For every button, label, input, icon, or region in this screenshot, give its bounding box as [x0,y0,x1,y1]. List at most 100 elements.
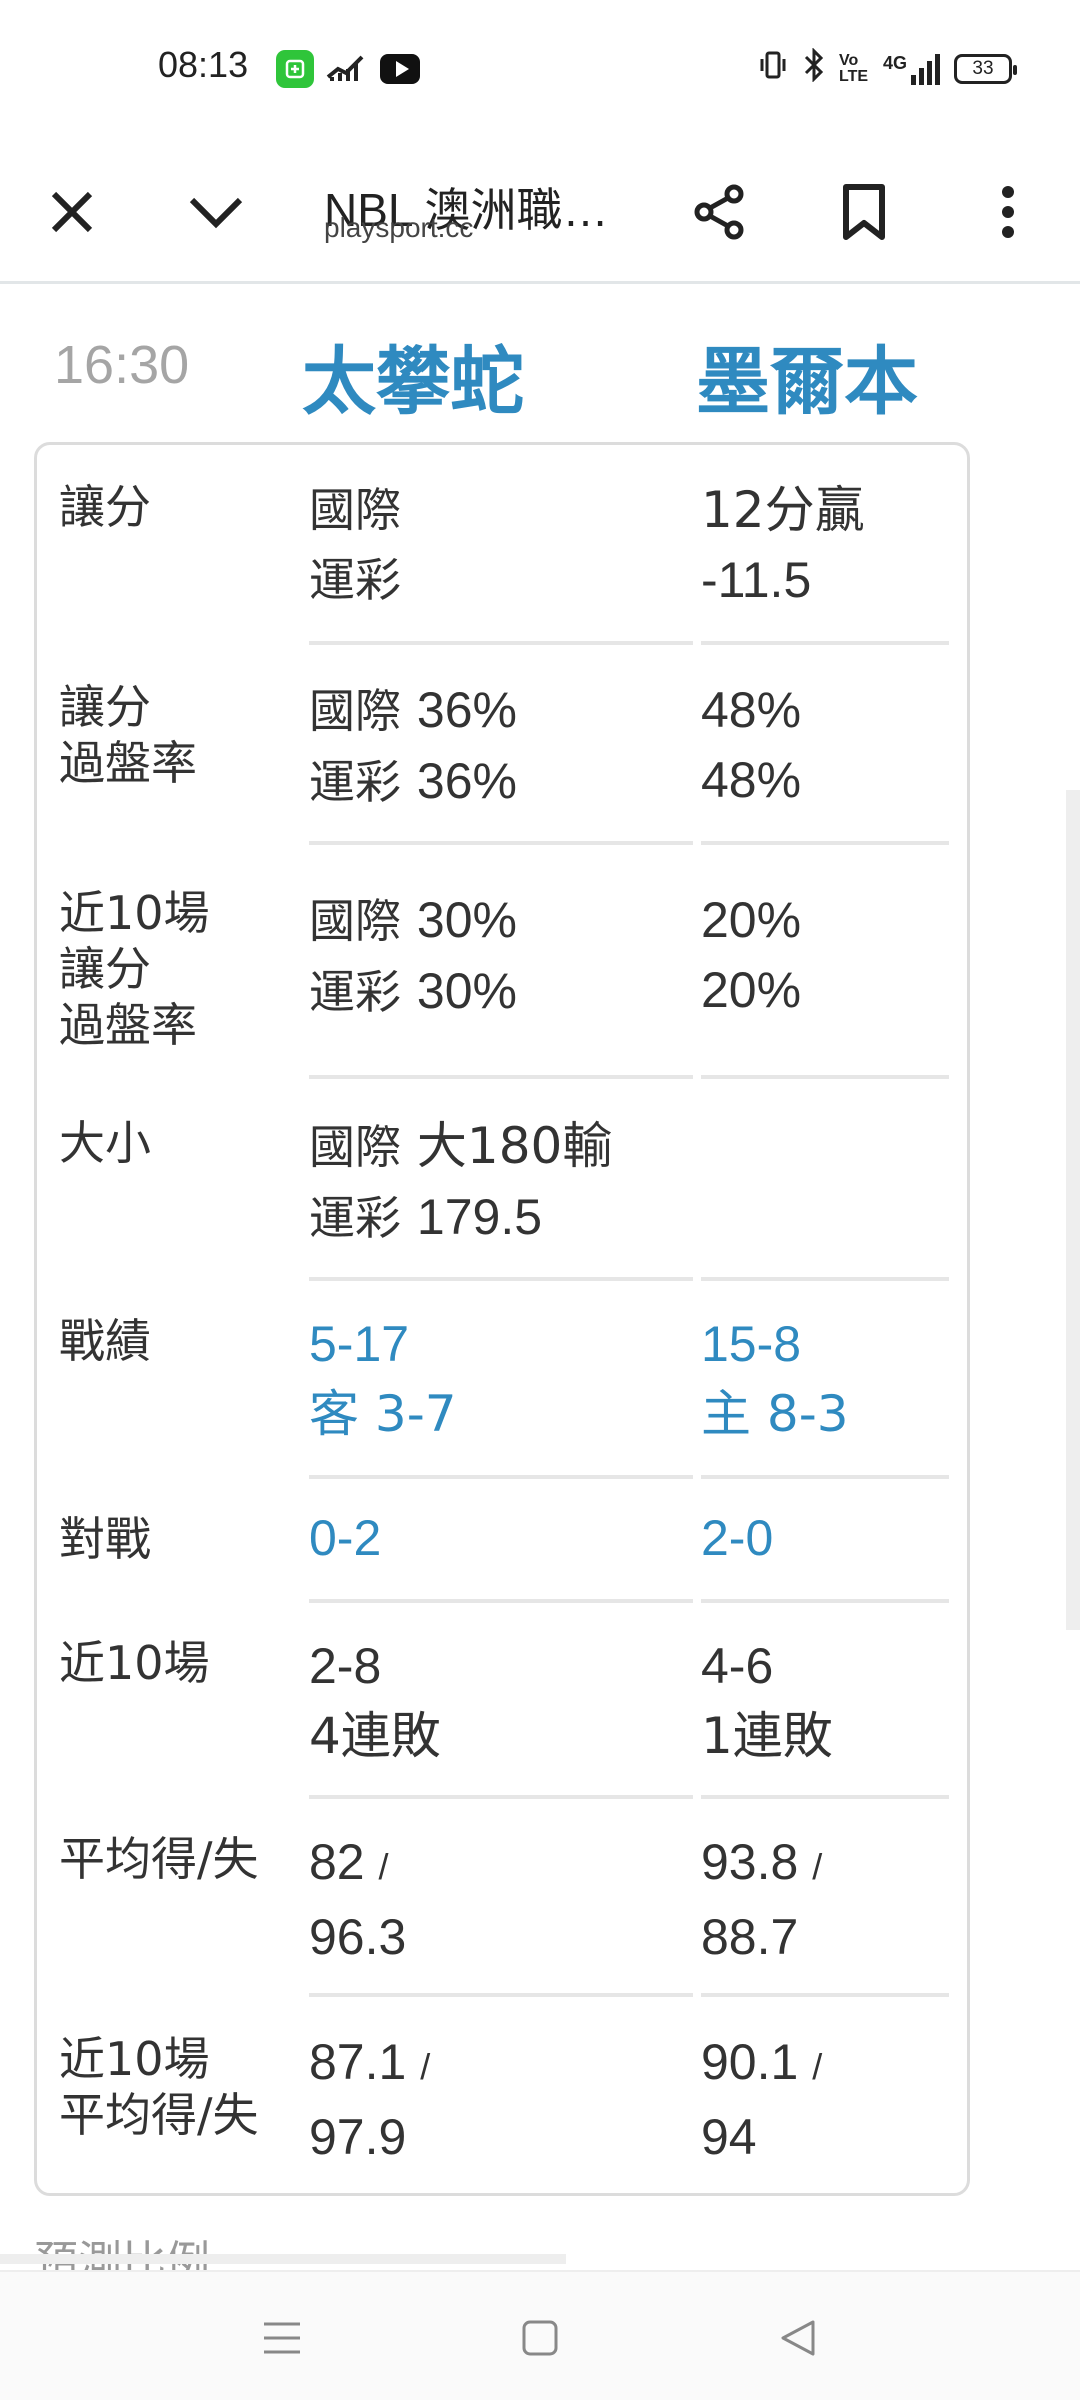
label-line: 讓分 [59,942,151,996]
app-icon [276,50,314,88]
slash: / [420,2046,431,2087]
battery-level: 33 [972,57,994,79]
cell-line: 運彩 [309,553,401,607]
share-button[interactable] [678,170,762,254]
cell-line: 20% [701,962,802,1018]
back-icon [781,2320,815,2356]
home-cover-rate: 國際 36% 運彩 36% [309,675,517,817]
system-nav-bar [0,2270,1080,2400]
divider [701,1075,949,1079]
minimize-button[interactable] [174,170,258,254]
cell-line: 5-17 [309,1316,410,1372]
share-icon [694,184,744,240]
home-button[interactable] [510,2308,570,2368]
source-tag: 運彩 [309,1191,401,1245]
home-avg-points: 82 / 96.3 [309,1827,406,1972]
home-icon [522,2320,558,2356]
row-label: 讓分 過盤率 [59,679,197,791]
bookmark-button[interactable] [822,170,906,254]
away-team-name[interactable]: 墨爾本 [696,322,918,429]
youtube-icon [380,54,420,84]
home-team-name[interactable]: 太攀蛇 [302,322,524,429]
row-label: 近10場 [59,1636,210,1690]
cell-line: 4-6 [701,1638,774,1694]
label-line: 過盤率 [59,998,197,1052]
scrollbar[interactable] [1066,790,1080,1630]
row-label: 戰績 [59,1314,151,1368]
away-h2h[interactable]: 2-0 [701,1503,773,1573]
cell-line: -11.5 [701,552,812,608]
more-vert-icon [1002,186,1014,238]
cell-line: 1連敗 [701,1707,833,1765]
divider [309,1993,693,1997]
cell-line: 客 3-7 [309,1385,457,1443]
divider [309,1075,693,1079]
label-line: 讓分 [59,680,151,734]
battery-icon: 33 [954,53,1017,84]
cell-line: 20% [701,892,802,948]
points-against: 97.9 [309,2109,407,2165]
cell-line: 15-8 [701,1316,802,1372]
divider [309,1795,693,1799]
4g-signal-icon: 4G [883,53,940,85]
cell-value: 36% [416,682,517,738]
points-for: 82 [309,1834,365,1890]
back-button[interactable] [768,2308,828,2368]
menu-icon [264,2322,300,2354]
browser-toolbar: NBL 澳洲職… [0,140,1080,284]
row-label: 讓分 [59,480,151,534]
cell-value: 大180輸 [416,1117,613,1175]
recent-apps-button[interactable] [252,2308,312,2368]
home-spread: 國際 運彩 [309,475,401,615]
divider [309,1277,693,1281]
away-avg-points: 93.8 / 88.7 [701,1827,822,1972]
label-line: 近10場 [59,2032,210,2086]
divider [701,1599,949,1603]
cell-value: 30% [416,963,517,1019]
home-recent-avg: 87.1 / 97.9 [309,2027,430,2172]
divider [309,841,693,845]
divider [309,1599,693,1603]
slash: / [812,1846,823,1887]
row-label: 平均得/失 [59,1832,259,1886]
source-tag: 國際 [309,894,401,948]
points-against: 94 [701,2109,757,2165]
divider [701,1795,949,1799]
home-h2h[interactable]: 0-2 [309,1503,381,1573]
divider [701,641,949,645]
home-record[interactable]: 5-17 客 3-7 [309,1309,457,1449]
cell-line: 12分贏 [701,481,865,539]
points-for: 90.1 [701,2034,799,2090]
row-label: 近10場 讓分 過盤率 [59,885,210,1053]
status-right-icons: Vo LTE 4G 33 [757,47,1017,89]
away-recent-cover: 20% 20% [701,885,801,1025]
points-against: 88.7 [701,1909,799,1965]
chevron-down-icon [189,197,243,229]
away-record[interactable]: 15-8 主 8-3 [701,1309,849,1449]
points-for: 93.8 [701,1834,799,1890]
signal-icon [326,50,366,86]
cell-line: 2-8 [309,1638,382,1694]
divider [309,1475,693,1479]
match-stats-table: 讓分 國際 運彩 12分贏 -11.5 讓分 過盤率 國際 36% 運彩 36%… [34,442,970,2196]
away-recent-avg: 90.1 / 94 [701,2027,822,2172]
divider [309,641,693,645]
close-icon [51,191,93,233]
more-options-button[interactable] [966,170,1050,254]
divider [701,841,949,845]
match-time: 16:30 [54,335,190,395]
source-tag: 國際 [309,684,401,738]
slash: / [378,1846,389,1887]
cell-line: 48% [701,752,802,808]
divider [701,1277,949,1281]
label-line: 平均得/失 [59,2088,259,2142]
volte-icon: Vo LTE [838,51,869,85]
cell-line: 48% [701,682,802,738]
status-bar: 08:13 Vo LTE 4G 33 [0,0,1080,140]
divider [701,1475,949,1479]
close-button[interactable] [30,170,114,254]
cell-line: 國際 [309,483,401,537]
source-tag: 國際 [309,1120,401,1174]
label-line: 近10場 [59,886,210,940]
home-last10: 2-8 4連敗 [309,1631,441,1771]
